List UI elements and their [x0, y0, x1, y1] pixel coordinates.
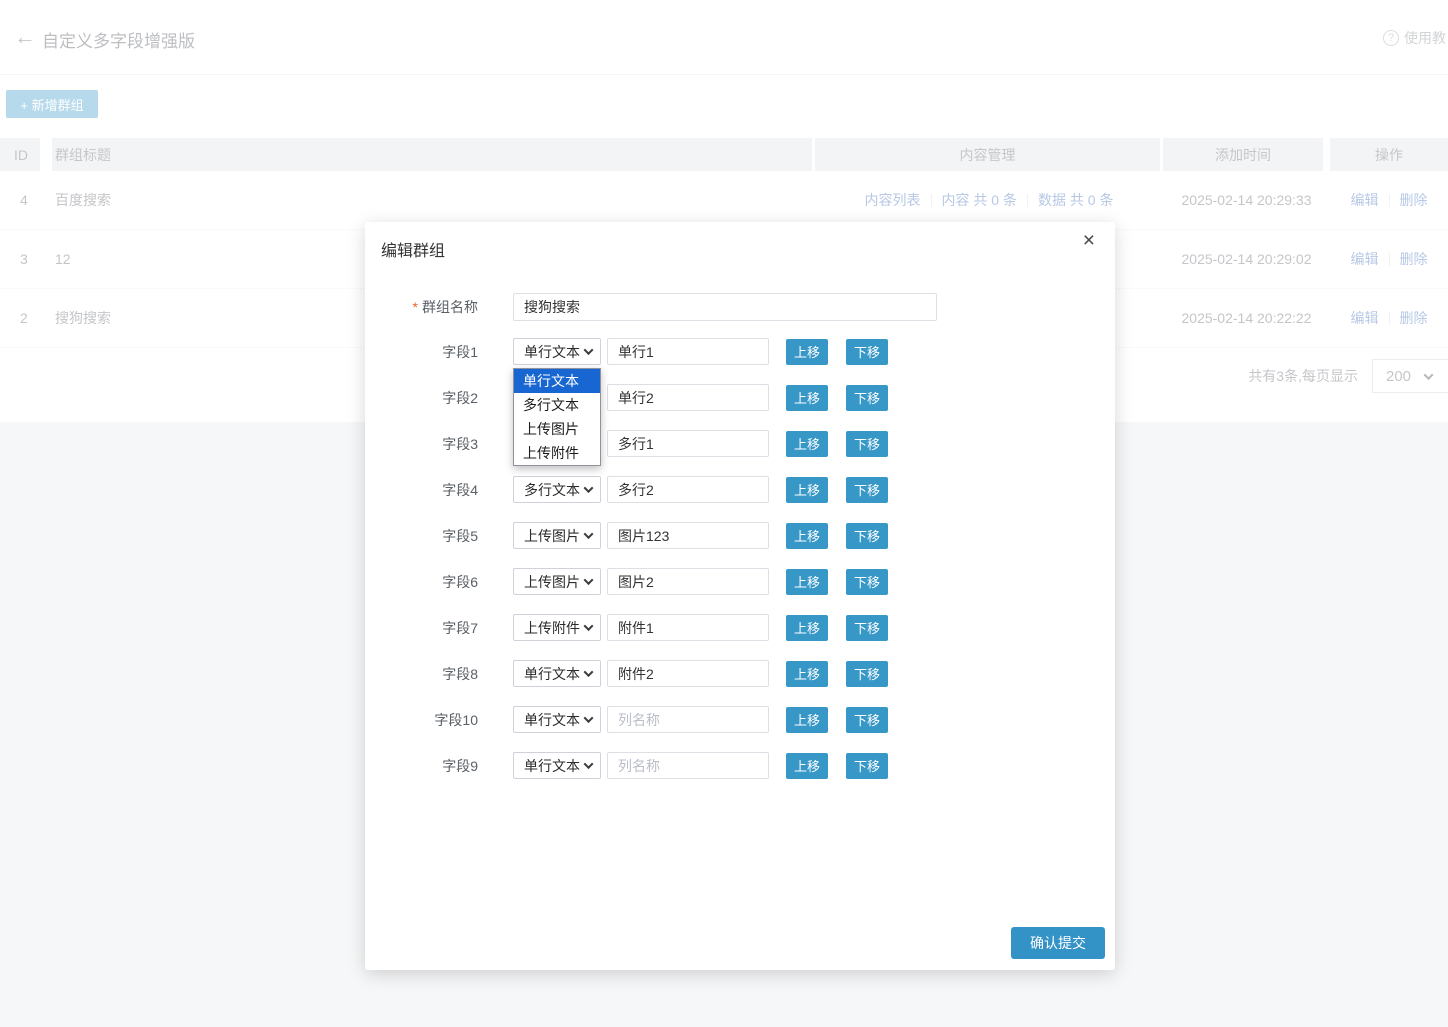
move-up-button[interactable]: 上移 [786, 385, 828, 411]
field-name-input[interactable] [607, 338, 769, 365]
move-up-button[interactable]: 上移 [786, 753, 828, 779]
field-type-value: 单行文本 [524, 664, 585, 684]
move-down-button[interactable]: 下移 [846, 523, 888, 549]
field-type-value: 上传图片 [524, 526, 585, 546]
chevron-down-icon [584, 621, 594, 631]
field-label: 字段4 [365, 480, 478, 500]
field-type-select[interactable]: 单行文本 [513, 706, 601, 733]
field-name-input[interactable] [607, 752, 769, 779]
chevron-down-icon [584, 575, 594, 585]
field-row-10: 字段10 单行文本 上移 下移 [365, 706, 1115, 733]
field-label: 字段7 [365, 618, 478, 638]
field-label: 字段6 [365, 572, 478, 592]
move-up-button[interactable]: 上移 [786, 339, 828, 365]
move-down-button[interactable]: 下移 [846, 753, 888, 779]
field-name-input[interactable] [607, 568, 769, 595]
group-name-input[interactable] [513, 293, 937, 321]
field-row-9: 字段9 单行文本 上移 下移 [365, 752, 1115, 779]
field-type-value: 多行文本 [524, 480, 585, 500]
move-down-button[interactable]: 下移 [846, 385, 888, 411]
modal-title: 编辑群组 [381, 237, 445, 261]
field-label: 字段5 [365, 526, 478, 546]
field-label: 字段2 [365, 388, 478, 408]
dropdown-option-upload-image[interactable]: 上传图片 [514, 417, 600, 441]
field-name-input[interactable] [607, 430, 769, 457]
move-down-button[interactable]: 下移 [846, 477, 888, 503]
field-name-input[interactable] [607, 706, 769, 733]
field-type-value: 上传图片 [524, 572, 585, 592]
chevron-down-icon [584, 713, 594, 723]
move-up-button[interactable]: 上移 [786, 477, 828, 503]
group-name-label: *群组名称 [365, 297, 478, 317]
dropdown-option-single-line[interactable]: 单行文本 [514, 369, 600, 393]
edit-group-form: *群组名称 字段1 单行文本 上移 下移 字段2 [365, 293, 1115, 798]
move-up-button[interactable]: 上移 [786, 707, 828, 733]
field-name-input[interactable] [607, 384, 769, 411]
field-row-6: 字段6 上传图片 上移 下移 [365, 568, 1115, 595]
move-up-button[interactable]: 上移 [786, 431, 828, 457]
field-type-select[interactable]: 单行文本 [513, 752, 601, 779]
dropdown-option-multi-line[interactable]: 多行文本 [514, 393, 600, 417]
field-type-value: 单行文本 [524, 342, 585, 362]
field-row-1: 字段1 单行文本 上移 下移 [365, 338, 1115, 365]
field-type-value: 单行文本 [524, 756, 585, 776]
field-row-5: 字段5 上传图片 上移 下移 [365, 522, 1115, 549]
move-down-button[interactable]: 下移 [846, 431, 888, 457]
field-type-select[interactable]: 上传附件 [513, 614, 601, 641]
move-down-button[interactable]: 下移 [846, 339, 888, 365]
move-down-button[interactable]: 下移 [846, 569, 888, 595]
field-label: 字段3 [365, 434, 478, 454]
move-up-button[interactable]: 上移 [786, 661, 828, 687]
move-up-button[interactable]: 上移 [786, 523, 828, 549]
field-type-select[interactable]: 多行文本 [513, 476, 601, 503]
field-type-select[interactable]: 上传图片 [513, 522, 601, 549]
field-label: 字段8 [365, 664, 478, 684]
move-down-button[interactable]: 下移 [846, 661, 888, 687]
move-down-button[interactable]: 下移 [846, 615, 888, 641]
dropdown-option-upload-attachment[interactable]: 上传附件 [514, 441, 600, 465]
chevron-down-icon [584, 759, 594, 769]
field-type-select[interactable]: 单行文本 [513, 660, 601, 687]
field-type-value: 单行文本 [524, 710, 585, 730]
field-name-input[interactable] [607, 660, 769, 687]
chevron-down-icon [584, 529, 594, 539]
field-type-dropdown: 单行文本 多行文本 上传图片 上传附件 [513, 368, 601, 466]
field-row-2: 字段2 上移 下移 [365, 384, 1115, 411]
field-type-select[interactable]: 上传图片 [513, 568, 601, 595]
field-row-7: 字段7 上传附件 上移 下移 [365, 614, 1115, 641]
move-down-button[interactable]: 下移 [846, 707, 888, 733]
group-name-row: *群组名称 [365, 293, 1115, 321]
chevron-down-icon [584, 345, 594, 355]
field-type-value: 上传附件 [524, 618, 585, 638]
field-label: 字段9 [365, 756, 478, 776]
field-row-4: 字段4 多行文本 上移 下移 [365, 476, 1115, 503]
field-name-input[interactable] [607, 522, 769, 549]
move-up-button[interactable]: 上移 [786, 615, 828, 641]
field-label: 字段10 [365, 710, 478, 730]
field-name-input[interactable] [607, 614, 769, 641]
field-row-3: 字段3 上移 下移 [365, 430, 1115, 457]
close-icon[interactable]: × [1083, 230, 1095, 251]
edit-group-modal: 编辑群组 × *群组名称 字段1 单行文本 上移 下移 字段2 [365, 222, 1115, 970]
field-label: 字段1 [365, 342, 478, 362]
group-name-label-text: 群组名称 [422, 299, 478, 315]
chevron-down-icon [584, 483, 594, 493]
field-row-8: 字段8 单行文本 上移 下移 [365, 660, 1115, 687]
field-type-select[interactable]: 单行文本 [513, 338, 601, 365]
field-name-input[interactable] [607, 476, 769, 503]
chevron-down-icon [584, 667, 594, 677]
app-window: ← 自定义多字段增强版 ? 使用教 + 新增群组 ID 群组标题 内容管理 添加… [0, 0, 1448, 1027]
required-mark: * [413, 299, 418, 315]
move-up-button[interactable]: 上移 [786, 569, 828, 595]
confirm-submit-button[interactable]: 确认提交 [1011, 927, 1105, 959]
